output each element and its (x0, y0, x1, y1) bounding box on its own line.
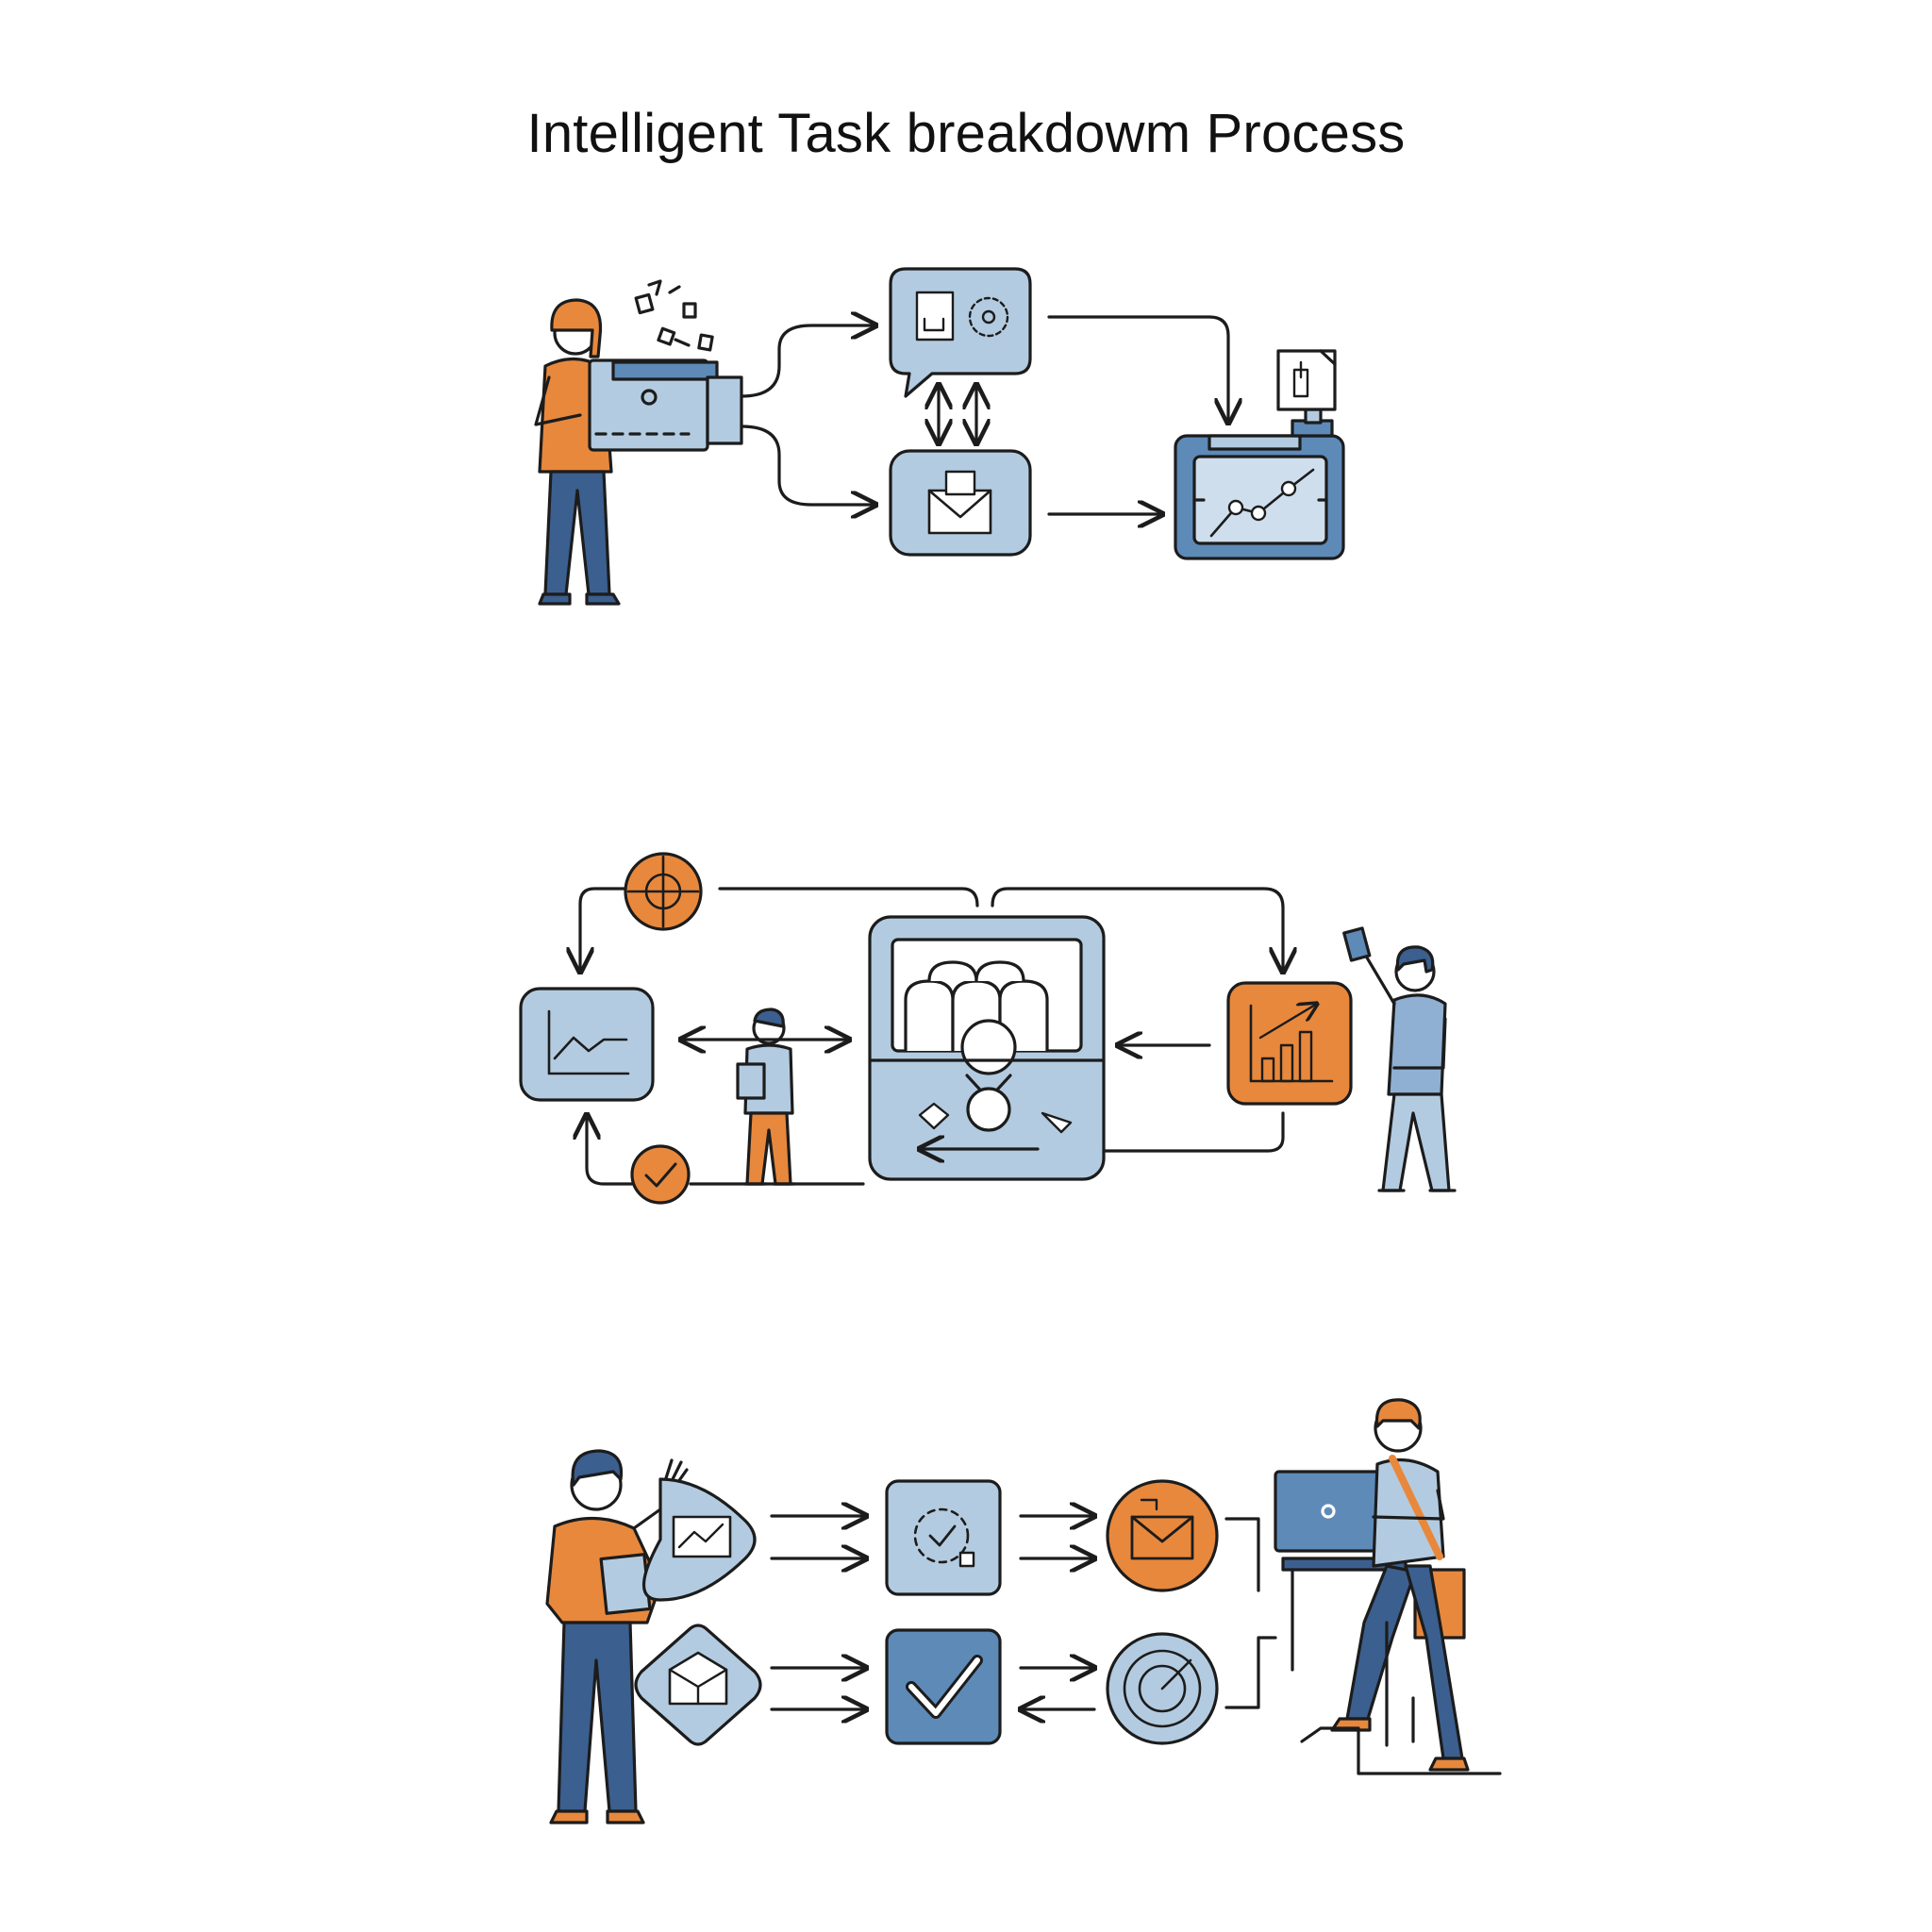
trend-chart-icon (519, 987, 655, 1102)
connector-radar-to-desk (1224, 1636, 1277, 1709)
radar-icon (1106, 1632, 1219, 1745)
arrow-gear-to-trend (580, 887, 627, 972)
document-target-icon (889, 267, 1032, 398)
input-machine (588, 358, 743, 452)
woman-operator (534, 298, 621, 606)
line-chart-tablet-icon (1174, 434, 1345, 560)
checkmark-icon (885, 1628, 1002, 1745)
flying-fragments (634, 279, 714, 352)
arrow-card1-to-tablet (1047, 315, 1228, 423)
process-diagram (519, 267, 1502, 1824)
arrow-check-to-trend (587, 1115, 634, 1186)
arrow-machine-to-card1 (740, 325, 875, 398)
mail-icon (1106, 1479, 1219, 1592)
check-circle-icon (630, 1144, 691, 1205)
envelope-icon (889, 449, 1032, 557)
connector-mail-to-desk (1224, 1517, 1260, 1592)
presenter-person (1342, 926, 1457, 1192)
mobile-document-icon (1276, 349, 1337, 438)
laptop-user-person (1274, 1398, 1502, 1775)
line-gear-to-machine (718, 887, 979, 908)
dashed-check-icon (885, 1479, 1002, 1596)
arrow-machine-to-card2 (740, 425, 875, 505)
bar-chart-icon (1226, 981, 1353, 1106)
box-icon (634, 1624, 762, 1746)
sorting-machine-icon (868, 915, 1106, 1181)
laptop-chart-icon (641, 1477, 757, 1602)
orange-gear-icon (624, 852, 703, 931)
line-bottom-return (1104, 1111, 1285, 1153)
analyst-person (736, 1008, 796, 1186)
